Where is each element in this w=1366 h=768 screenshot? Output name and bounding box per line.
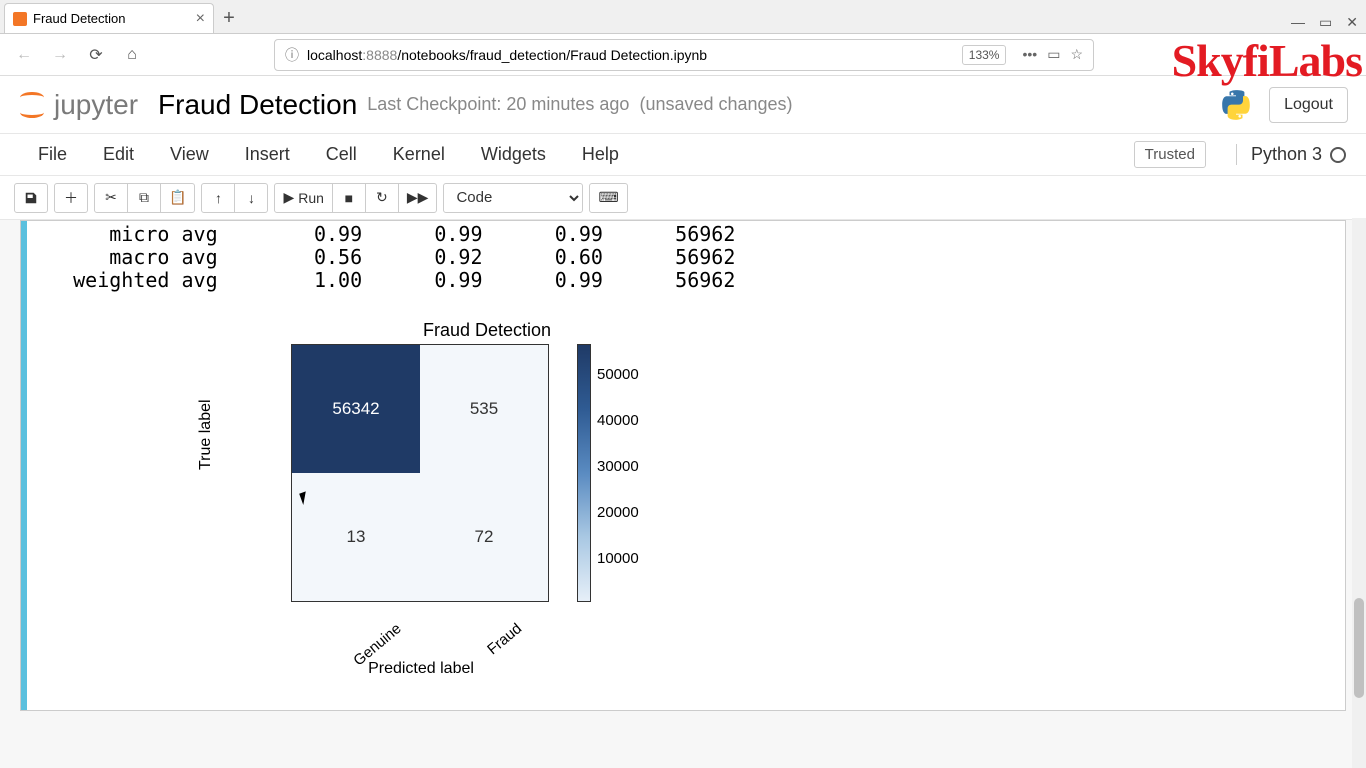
run-button[interactable]: ▶ Run xyxy=(274,183,332,213)
heat-cell-1-0: 13 xyxy=(292,473,420,601)
jupyter-favicon xyxy=(13,12,27,26)
url-host: localhost xyxy=(307,47,362,63)
chart-xlabel: Predicted label xyxy=(321,660,521,678)
menu-widgets[interactable]: Widgets xyxy=(463,144,564,165)
reload-button[interactable]: ⟳ xyxy=(82,41,110,69)
notebook-area: micro avg 0.99 0.99 0.99 56962 macro avg… xyxy=(0,220,1366,768)
maximize-icon[interactable]: ▭ xyxy=(1319,14,1332,31)
colorbar-tick-10000: 10000 xyxy=(597,550,639,567)
restart-button[interactable]: ↻ xyxy=(365,183,399,213)
menu-insert[interactable]: Insert xyxy=(227,144,308,165)
kernel-name: Python 3 xyxy=(1251,144,1322,165)
xtick-fraud: Fraud xyxy=(484,620,525,658)
page-actions-icon[interactable]: ••• xyxy=(1022,46,1037,63)
scrollbar[interactable] xyxy=(1352,218,1366,768)
move-down-button[interactable]: ↓ xyxy=(234,183,268,213)
trusted-indicator[interactable]: Trusted xyxy=(1134,141,1206,168)
menu-bar: File Edit View Insert Cell Kernel Widget… xyxy=(0,134,1366,176)
menu-file[interactable]: File xyxy=(20,144,85,165)
jupyter-orb-icon xyxy=(18,91,46,119)
logout-button[interactable]: Logout xyxy=(1269,87,1348,123)
output-cell[interactable]: micro avg 0.99 0.99 0.99 56962 macro avg… xyxy=(20,220,1346,711)
tab-title: Fraud Detection xyxy=(33,11,190,26)
command-palette-button[interactable]: ⌨ xyxy=(589,183,627,213)
heat-cell-0-1: 535 xyxy=(420,345,548,473)
colorbar-tick-20000: 20000 xyxy=(597,504,639,521)
bookmark-star-icon[interactable]: ☆ xyxy=(1070,46,1083,63)
restart-run-all-button[interactable]: ▶▶ xyxy=(398,183,438,213)
browser-tab[interactable]: Fraud Detection × xyxy=(4,3,214,33)
scrollbar-thumb[interactable] xyxy=(1354,598,1364,698)
heatmap-grid: 56342 535 13 72 xyxy=(291,344,549,602)
kernel-indicator[interactable]: Python 3 xyxy=(1236,144,1346,165)
url-actions: ••• ▭ ☆ xyxy=(1022,46,1083,63)
heat-cell-0-0: 56342 xyxy=(292,345,420,473)
url-port: :8888 xyxy=(362,47,397,63)
colorbar-tick-30000: 30000 xyxy=(597,458,639,475)
notebook-title[interactable]: Fraud Detection xyxy=(158,89,357,121)
interrupt-button[interactable]: ■ xyxy=(332,183,366,213)
python-logo-icon xyxy=(1219,88,1253,122)
toolbar: ＋ ✂ ⧉ 📋 ↑ ↓ ▶ Run ■ ↻ ▶▶ Code ⌨ xyxy=(0,176,1366,220)
forward-button[interactable]: → xyxy=(46,41,74,69)
cell-type-select[interactable]: Code xyxy=(443,183,583,213)
back-button[interactable]: ← xyxy=(10,41,38,69)
checkpoint-text: Last Checkpoint: 20 minutes ago (unsaved… xyxy=(367,94,792,115)
menu-view[interactable]: View xyxy=(152,144,227,165)
minimize-icon[interactable]: — xyxy=(1291,14,1305,31)
menu-cell[interactable]: Cell xyxy=(308,144,375,165)
site-info-icon[interactable]: ⓘ xyxy=(285,45,299,65)
url-bar[interactable]: ⓘ localhost:8888/notebooks/fraud_detecti… xyxy=(274,39,1094,71)
zoom-indicator[interactable]: 133% xyxy=(962,45,1007,65)
cell-output: micro avg 0.99 0.99 0.99 56962 macro avg… xyxy=(27,221,1345,710)
url-path: /notebooks/fraud_detection/Fraud Detecti… xyxy=(397,47,707,63)
move-up-button[interactable]: ↑ xyxy=(201,183,235,213)
new-tab-button[interactable]: + xyxy=(214,3,244,33)
confusion-matrix-chart: Fraud Detection True label Genuine Fraud… xyxy=(197,320,757,690)
colorbar xyxy=(577,344,591,602)
home-button[interactable]: ⌂ xyxy=(118,41,146,69)
paste-button[interactable]: 📋 xyxy=(160,183,195,213)
classification-report: micro avg 0.99 0.99 0.99 56962 macro avg… xyxy=(37,223,1335,292)
jupyter-logo-text: jupyter xyxy=(54,89,138,121)
jupyter-header: jupyter Fraud Detection Last Checkpoint:… xyxy=(0,76,1366,134)
colorbar-tick-40000: 40000 xyxy=(597,412,639,429)
save-icon xyxy=(24,191,38,205)
insert-cell-button[interactable]: ＋ xyxy=(54,183,88,213)
chart-title: Fraud Detection xyxy=(357,320,617,341)
window-controls: — ▭ ✕ xyxy=(1291,14,1358,31)
browser-navbar: ← → ⟳ ⌂ ⓘ localhost:8888/notebooks/fraud… xyxy=(0,34,1366,76)
menu-help[interactable]: Help xyxy=(564,144,637,165)
cut-button[interactable]: ✂ xyxy=(94,183,128,213)
menu-kernel[interactable]: Kernel xyxy=(375,144,463,165)
copy-button[interactable]: ⧉ xyxy=(127,183,161,213)
jupyter-logo[interactable]: jupyter xyxy=(18,89,138,121)
colorbar-tick-50000: 50000 xyxy=(597,366,639,383)
browser-tab-strip: Fraud Detection × + xyxy=(0,0,1366,34)
close-tab-icon[interactable]: × xyxy=(196,11,205,27)
reader-mode-icon[interactable]: ▭ xyxy=(1047,46,1060,63)
kernel-idle-icon xyxy=(1330,147,1346,163)
save-button[interactable] xyxy=(14,183,48,213)
close-window-icon[interactable]: ✕ xyxy=(1346,14,1358,31)
url-text: localhost:8888/notebooks/fraud_detection… xyxy=(307,47,954,63)
chart-ylabel: True label xyxy=(197,399,215,470)
heat-cell-1-1: 72 xyxy=(420,473,548,601)
menu-edit[interactable]: Edit xyxy=(85,144,152,165)
